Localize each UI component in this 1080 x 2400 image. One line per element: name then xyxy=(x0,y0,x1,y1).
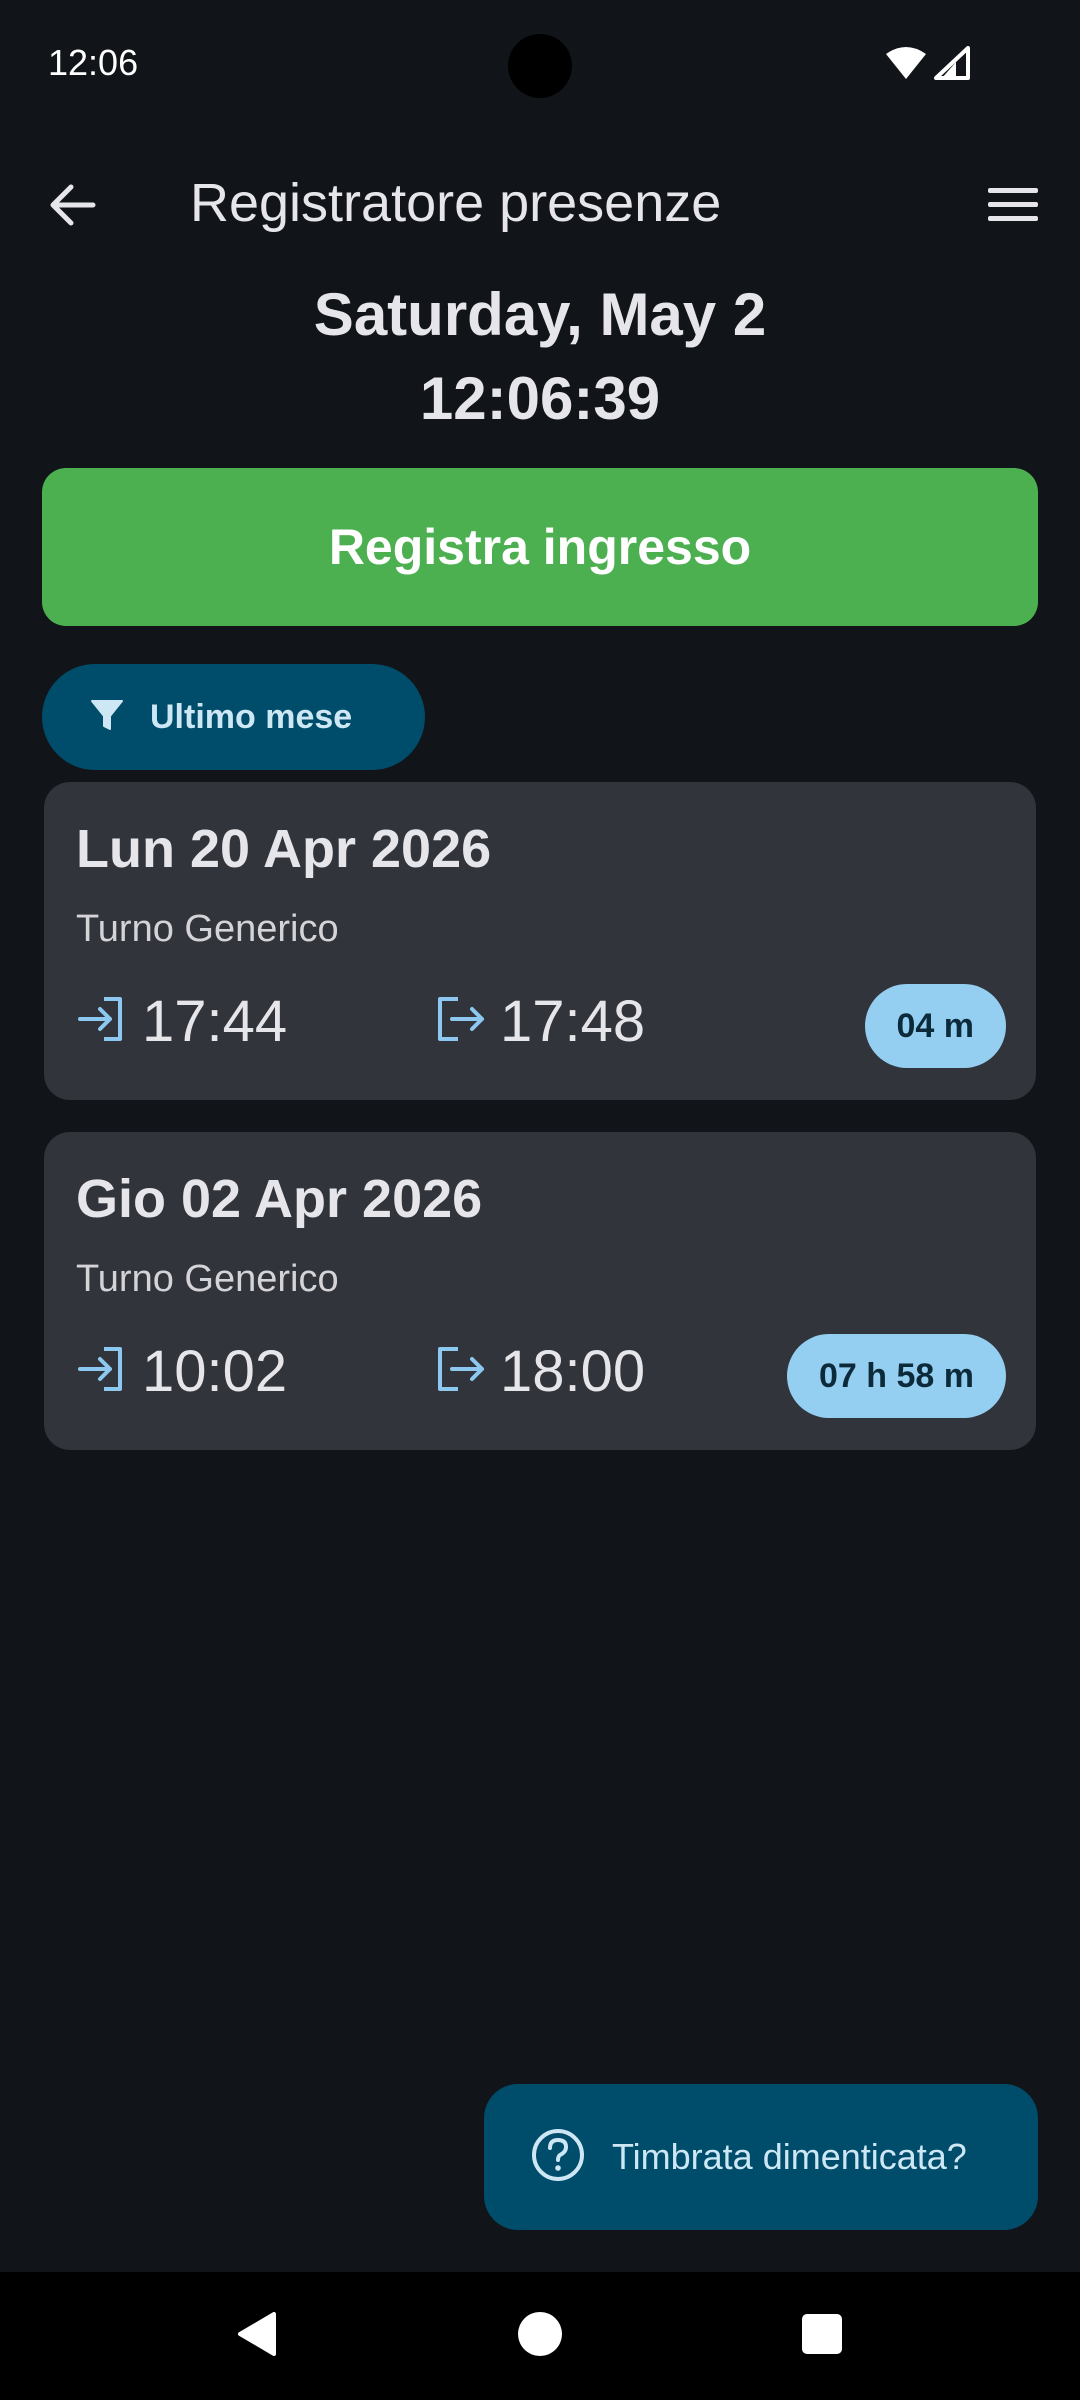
menu-button[interactable] xyxy=(976,170,1050,244)
register-entry-button[interactable]: Registra ingresso xyxy=(42,468,1038,626)
filter-funnel-icon xyxy=(90,698,124,737)
wifi-icon xyxy=(886,46,926,85)
duration-badge: 07 h 58 m xyxy=(787,1334,1006,1418)
clock-in-group: 10:02 xyxy=(76,1338,287,1405)
nav-home-icon xyxy=(516,2310,564,2363)
app-bar: Registratore presenze xyxy=(0,150,1080,260)
card-shift: Turno Generico xyxy=(76,908,339,950)
forgot-punch-fab[interactable]: Timbrata dimenticata? xyxy=(484,2084,1038,2230)
back-button[interactable] xyxy=(36,170,110,244)
system-nav-bar xyxy=(0,2272,1080,2400)
clock-out-time: 17:48 xyxy=(500,989,646,1054)
clock-in-time: 10:02 xyxy=(142,1339,288,1404)
current-clock: 12:06:39 xyxy=(419,365,661,432)
signal-icon xyxy=(934,46,970,85)
nav-recents-button[interactable] xyxy=(782,2296,862,2376)
filter-chip-label: Ultimo mese xyxy=(150,697,353,736)
login-arrow-icon xyxy=(76,1343,128,1400)
logout-arrow-icon xyxy=(434,1343,486,1400)
nav-recents-icon xyxy=(801,2313,843,2360)
filter-chip[interactable]: Ultimo mese xyxy=(42,664,425,770)
logout-arrow-icon xyxy=(434,993,486,1050)
page-title: Registratore presenze xyxy=(190,173,722,233)
nav-back-button[interactable] xyxy=(216,2296,296,2376)
clock-out-group: 17:48 xyxy=(434,988,645,1055)
clock-in-group: 17:44 xyxy=(76,988,287,1055)
clock-out-time: 18:00 xyxy=(500,1339,646,1404)
fab-label: Timbrata dimenticata? xyxy=(612,2136,967,2177)
duration-badge: 04 m xyxy=(864,984,1006,1068)
help-circle-icon xyxy=(530,2127,586,2188)
attendance-card[interactable]: Lun 20 Apr 2026 Turno Generico 17:44 17:… xyxy=(44,782,1036,1100)
current-date: Saturday, May 2 xyxy=(313,281,767,348)
clock-in-time: 17:44 xyxy=(142,989,288,1054)
login-arrow-icon xyxy=(76,993,128,1050)
screen: 12:06 Registratore presenze Saturday, Ma… xyxy=(0,0,1080,2400)
status-time: 12:06 xyxy=(48,42,139,83)
attendance-card[interactable]: Gio 02 Apr 2026 Turno Generico 10:02 18:… xyxy=(44,1132,1036,1450)
nav-home-button[interactable] xyxy=(500,2296,580,2376)
hamburger-menu-icon xyxy=(988,186,1038,229)
card-date: Gio 02 Apr 2026 xyxy=(76,1169,483,1229)
card-date: Lun 20 Apr 2026 xyxy=(76,819,492,879)
camera-cutout xyxy=(508,34,572,98)
clock-out-group: 18:00 xyxy=(434,1338,645,1405)
status-bar: 12:06 xyxy=(0,0,1080,130)
arrow-left-icon xyxy=(49,183,97,232)
card-shift: Turno Generico xyxy=(76,1258,339,1300)
nav-back-icon xyxy=(234,2310,278,2363)
status-icons xyxy=(886,46,970,85)
